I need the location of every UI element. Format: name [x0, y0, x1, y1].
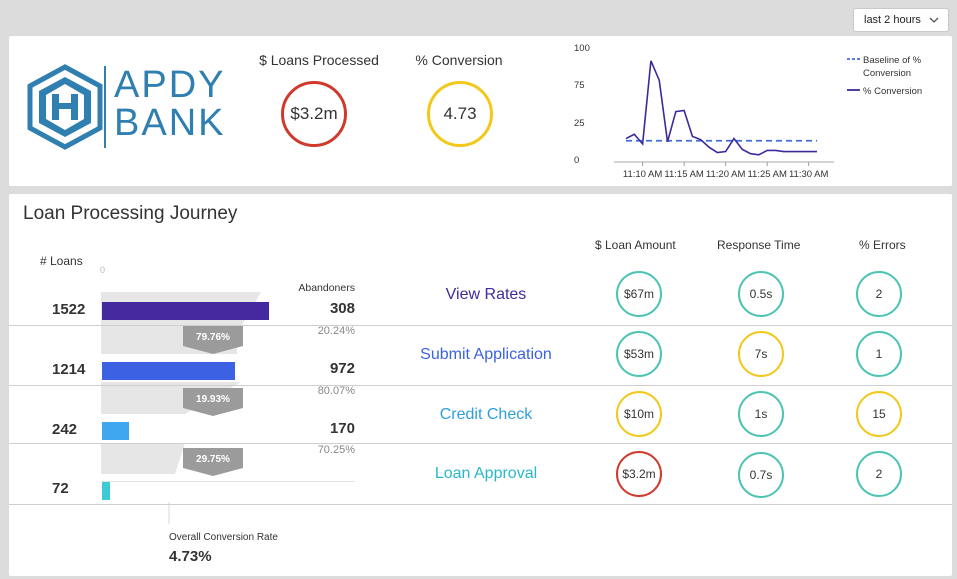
legend-baseline-label-1: Baseline of %	[863, 55, 922, 66]
stage-errors: 2	[875, 467, 883, 481]
loan-amount-header: $ Loan Amount	[595, 238, 676, 252]
stage-errors-circle: 2	[856, 451, 902, 497]
stage-abandoners-count: 308	[329, 300, 355, 317]
x-tick-label: 11:20 AM	[706, 169, 746, 180]
stage-amount-circle: $67m	[616, 271, 662, 317]
stage-errors-circle: 1	[856, 331, 902, 377]
abandoners-header: Abandoners	[298, 282, 355, 294]
row-separator	[9, 325, 952, 326]
stage-conversion-tag: 79.76%	[183, 326, 243, 354]
conversion-line-chart: 100 75 25 0 11:10 AM 11:15 AM 11:20 AM 11:25 A…	[574, 43, 922, 180]
conversion-value: 4.73	[443, 104, 477, 123]
stage-errors-circle: 2	[856, 271, 902, 317]
stage-amount: $10m	[623, 407, 655, 421]
apdy-bank-logo: APDY BANK	[25, 60, 225, 152]
row-separator	[9, 504, 952, 505]
stage-name-loan-approval[interactable]: Loan Approval	[386, 465, 586, 483]
logo-text-bank: BANK	[114, 102, 226, 144]
chart-legend: Baseline of % Conversion % Conversion	[847, 55, 922, 97]
stage-errors: 15	[872, 407, 886, 421]
stage-response: 0.5s	[749, 287, 773, 301]
stage-errors: 2	[875, 287, 883, 301]
stage-conversion-tag: 19.93%	[183, 388, 243, 416]
journey-panel: Loan Processing Journey # Loans 0 Abando…	[9, 194, 952, 576]
stage-amount-circle: $3.2m	[616, 451, 662, 497]
stage-errors-circle: 15	[856, 391, 902, 437]
top-panel: APDY BANK $ Loans Processed $3.2m % Conv…	[9, 36, 952, 186]
response-time-header: Response Time	[717, 238, 801, 252]
stage-response-circle: 0.5s	[738, 271, 784, 317]
legend-conversion-label: % Conversion	[863, 86, 922, 97]
stage-abandon-pct: 80.07%	[317, 385, 355, 397]
stage-loans-bar	[102, 302, 269, 320]
row-separator	[9, 443, 952, 444]
legend-baseline-label-2: Conversion	[863, 68, 911, 79]
stage-name-view-rates[interactable]: View Rates	[386, 286, 586, 304]
stage-response: 1s	[754, 407, 768, 421]
errors-header: % Errors	[859, 238, 906, 252]
stage-response-circle: 7s	[738, 331, 784, 377]
stage-loans-count: 72	[52, 480, 69, 497]
logo-text-apdy: APDY	[114, 64, 226, 106]
stage-response-circle: 0.7s	[738, 452, 784, 498]
stage-loans-count: 1214	[52, 361, 86, 378]
conversion-label: % Conversion	[415, 52, 503, 68]
x-tick-label: 11:10 AM	[623, 169, 663, 180]
stage-conversion-value: 79.76%	[196, 332, 230, 343]
y-tick-label: 0	[574, 155, 579, 166]
axis-zero-label: 0	[100, 265, 106, 275]
stage-conversion-value: 19.93%	[196, 394, 230, 405]
stage-abandoners-count: 972	[329, 360, 355, 377]
overall-conversion-label: Overall Conversion Rate	[169, 532, 278, 543]
time-range-value: last 2 hours	[864, 14, 921, 26]
x-tick-label: 11:25 AM	[747, 169, 787, 180]
logo-mark-icon	[27, 64, 103, 150]
stage-abandon-pct: 20.24%	[317, 325, 355, 337]
loans-processed-value-circle: $3.2m	[281, 81, 347, 147]
logo-divider	[104, 66, 106, 148]
stage-name-credit-check[interactable]: Credit Check	[386, 406, 586, 424]
x-tick-label: 11:30 AM	[789, 169, 829, 180]
stage-loans-count: 242	[52, 421, 78, 438]
time-range-dropdown[interactable]: last 2 hours	[853, 8, 949, 32]
loans-processed-label: $ Loans Processed	[259, 52, 379, 68]
stage-loans-bar	[102, 362, 235, 380]
x-tick-label: 11:15 AM	[664, 169, 704, 180]
row-separator	[9, 385, 952, 386]
y-tick-label: 100	[574, 43, 590, 54]
funnel-baseline	[101, 481, 355, 482]
overall-conversion-value: 4.73%	[169, 548, 212, 565]
stage-amount: $67m	[623, 287, 655, 301]
stage-amount: $3.2m	[622, 467, 656, 481]
stage-response: 0.7s	[749, 468, 773, 482]
stage-conversion-value: 29.75%	[196, 454, 230, 465]
loans-processed-value: $3.2m	[290, 104, 338, 123]
stage-errors: 1	[875, 347, 883, 361]
y-tick-label: 75	[574, 80, 585, 91]
stage-loans-bar	[102, 422, 129, 440]
stage-amount-circle: $53m	[616, 331, 662, 377]
stage-amount-circle: $10m	[616, 391, 662, 437]
y-tick-label: 25	[574, 118, 585, 129]
stage-abandoners-count: 170	[329, 420, 355, 437]
stage-loans-count: 1522	[52, 301, 86, 318]
chevron-down-icon	[929, 17, 939, 23]
conversion-value-circle: 4.73	[427, 81, 493, 147]
stage-name-submit-application[interactable]: Submit Application	[386, 346, 586, 364]
stage-amount: $53m	[623, 347, 655, 361]
stage-loans-bar	[102, 482, 110, 500]
stage-abandon-pct: 70.25%	[317, 444, 355, 456]
loans-header: # Loans	[40, 254, 83, 268]
stage-conversion-tag: 29.75%	[183, 448, 243, 476]
stage-response-circle: 1s	[738, 391, 784, 437]
stage-response: 7s	[754, 347, 768, 361]
